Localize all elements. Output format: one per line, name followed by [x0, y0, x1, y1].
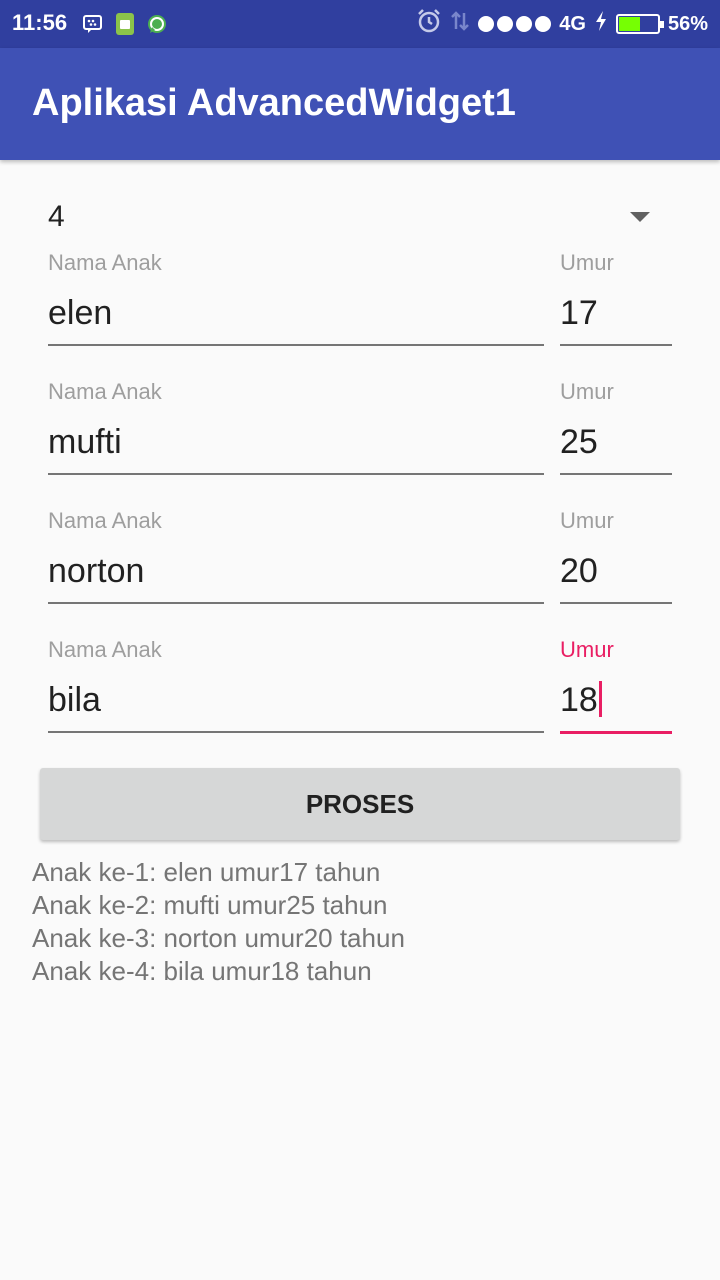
name-input-underline	[48, 344, 544, 346]
network-type: 4G	[559, 12, 586, 35]
result-line: Anak ke-2: mufti umur25 tahun	[32, 890, 388, 920]
age-input[interactable]: 17	[560, 294, 598, 333]
name-input[interactable]: bila	[48, 681, 101, 720]
name-label: Nama Anak	[48, 250, 162, 275]
battery-percent: 56%	[667, 12, 708, 35]
name-input[interactable]: norton	[48, 552, 144, 591]
whatsapp-icon	[146, 12, 168, 36]
age-label: Umur	[560, 508, 614, 533]
spinner-selected-value: 4	[48, 200, 65, 233]
sim-icon	[114, 12, 136, 36]
age-input-focused[interactable]: 18	[560, 681, 602, 720]
age-label-focused: Umur	[560, 637, 614, 662]
child-row-4: Nama Anak bila Umur 18	[48, 637, 672, 747]
age-input[interactable]: 25	[560, 423, 598, 462]
age-input-underline	[560, 602, 672, 604]
app-title: Aplikasi AdvancedWidget1	[32, 82, 516, 124]
dropdown-arrow-icon	[630, 212, 650, 222]
proses-button[interactable]: PROSES	[40, 768, 680, 840]
age-input-underline-focused	[560, 731, 672, 734]
battery-icon	[615, 14, 664, 34]
name-input[interactable]: mufti	[48, 423, 122, 462]
result-text: Anak ke-1: elen umur17 tahun Anak ke-2: …	[32, 856, 405, 988]
child-row-3: Nama Anak norton Umur 20	[48, 508, 672, 618]
bbm-icon	[82, 12, 104, 36]
name-input-underline	[48, 731, 544, 733]
text-cursor	[598, 681, 602, 718]
name-input-underline	[48, 473, 544, 475]
status-time: 11:56	[12, 10, 68, 35]
result-line: Anak ke-4: bila umur18 tahun	[32, 956, 372, 986]
result-line: Anak ke-3: norton umur20 tahun	[32, 923, 405, 953]
status-right: 4G 56%	[416, 8, 708, 40]
app-bar: Aplikasi AdvancedWidget1	[0, 48, 720, 160]
child-row-1: Nama Anak elen Umur 17	[48, 250, 672, 360]
age-input[interactable]: 20	[560, 552, 598, 591]
name-label: Nama Anak	[48, 379, 162, 404]
age-label: Umur	[560, 250, 614, 275]
charging-icon	[594, 10, 608, 38]
name-input[interactable]: elen	[48, 294, 112, 333]
age-input-underline	[560, 344, 672, 346]
status-bar: 11:56 4G 56%	[0, 0, 720, 48]
name-input-underline	[48, 602, 544, 604]
battery-level-fill	[618, 17, 640, 31]
name-label: Nama Anak	[48, 508, 162, 533]
age-label: Umur	[560, 379, 614, 404]
result-line: Anak ke-1: elen umur17 tahun	[32, 857, 381, 887]
name-label: Nama Anak	[48, 637, 162, 662]
age-input-underline	[560, 473, 672, 475]
signal-dots-icon	[478, 16, 552, 32]
age-input-text: 18	[560, 681, 598, 719]
child-row-2: Nama Anak mufti Umur 25	[48, 379, 672, 489]
alarm-icon	[416, 8, 442, 40]
count-spinner[interactable]: 4	[48, 196, 672, 240]
data-arrows-icon	[450, 9, 470, 39]
